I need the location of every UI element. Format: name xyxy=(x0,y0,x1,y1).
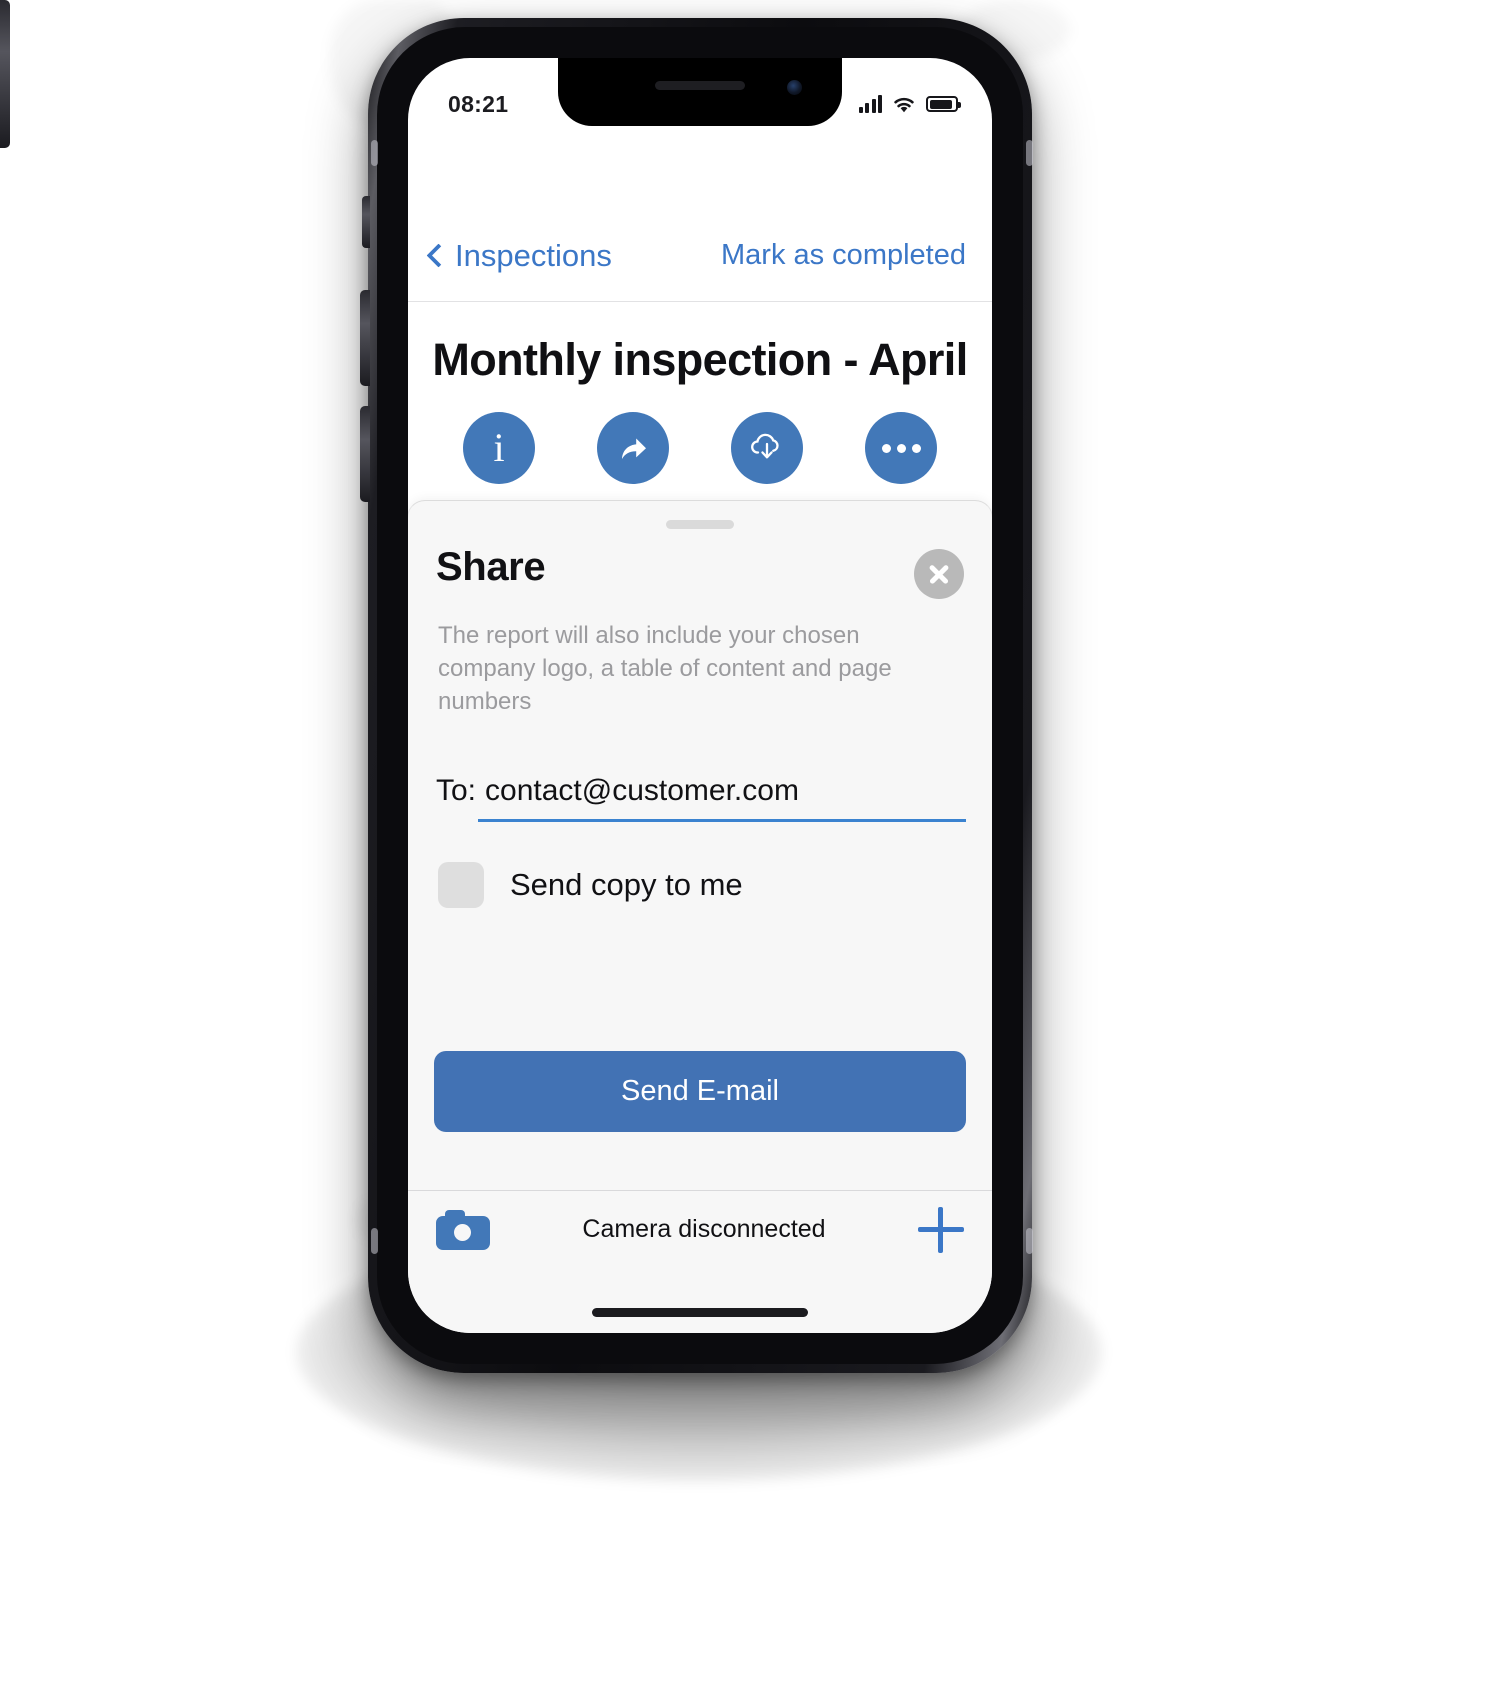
phone-screen: 08:21 Inspections Mark as completed Mont… xyxy=(408,58,992,1333)
cloud-download-icon xyxy=(731,412,803,484)
close-icon[interactable] xyxy=(914,549,964,599)
plus-icon[interactable] xyxy=(917,1206,964,1253)
power-button[interactable] xyxy=(0,0,10,148)
camera-status-bar: Camera disconnected xyxy=(408,1190,992,1268)
mark-as-completed-button[interactable]: Mark as completed xyxy=(721,239,966,272)
info-glyph: i xyxy=(493,425,505,470)
volume-down-button[interactable] xyxy=(360,406,370,502)
earpiece-speaker-icon xyxy=(655,81,745,90)
recipient-field-row: To: xyxy=(434,774,966,823)
status-indicators xyxy=(858,94,961,114)
camera-icon[interactable] xyxy=(436,1209,490,1250)
bottom-safe-area xyxy=(408,1268,992,1333)
share-sheet-title: Share xyxy=(436,545,546,589)
send-copy-checkbox-label: Send copy to me xyxy=(510,867,743,903)
page-title: Monthly inspection - April xyxy=(432,334,968,385)
recipient-field-label: To: xyxy=(436,774,477,808)
display-notch xyxy=(558,58,842,126)
share-arrow-icon xyxy=(597,412,669,484)
info-icon: i xyxy=(463,412,535,484)
back-button-label: Inspections xyxy=(455,237,612,273)
antenna-band xyxy=(371,140,378,166)
camera-status-text: Camera disconnected xyxy=(582,1215,826,1243)
volume-up-button[interactable] xyxy=(360,290,370,386)
share-sheet: Share The report will also include your … xyxy=(408,500,992,1190)
front-camera-icon xyxy=(787,80,802,95)
share-sheet-header: Share xyxy=(434,545,966,599)
recipient-field-underline xyxy=(478,819,966,823)
recipient-email-input[interactable] xyxy=(485,774,966,809)
battery-icon xyxy=(926,96,961,112)
screenshot-canvas: 08:21 Inspections Mark as completed Mont… xyxy=(0,0,1500,1681)
send-email-button[interactable]: Send E-mail xyxy=(434,1051,966,1132)
home-indicator[interactable] xyxy=(592,1308,808,1317)
share-sheet-description: The report will also include your chosen… xyxy=(438,622,892,716)
wifi-icon xyxy=(894,97,914,112)
navigation-bar: Inspections Mark as completed xyxy=(408,210,992,302)
chevron-left-icon xyxy=(426,243,451,268)
silent-switch[interactable] xyxy=(362,196,370,248)
document-header: Monthly inspection - April i Information… xyxy=(408,302,992,525)
antenna-band xyxy=(371,1228,378,1254)
send-copy-checkbox-row[interactable]: Send copy to me xyxy=(434,862,966,909)
cellular-signal-icon xyxy=(858,94,882,113)
status-time: 08:21 xyxy=(448,90,509,117)
antenna-band xyxy=(1026,140,1033,166)
send-copy-checkbox[interactable] xyxy=(438,862,484,909)
antenna-band xyxy=(1026,1228,1033,1254)
ellipsis-icon xyxy=(865,412,937,484)
sheet-drag-handle[interactable] xyxy=(666,520,734,529)
back-button[interactable]: Inspections xyxy=(424,238,612,274)
